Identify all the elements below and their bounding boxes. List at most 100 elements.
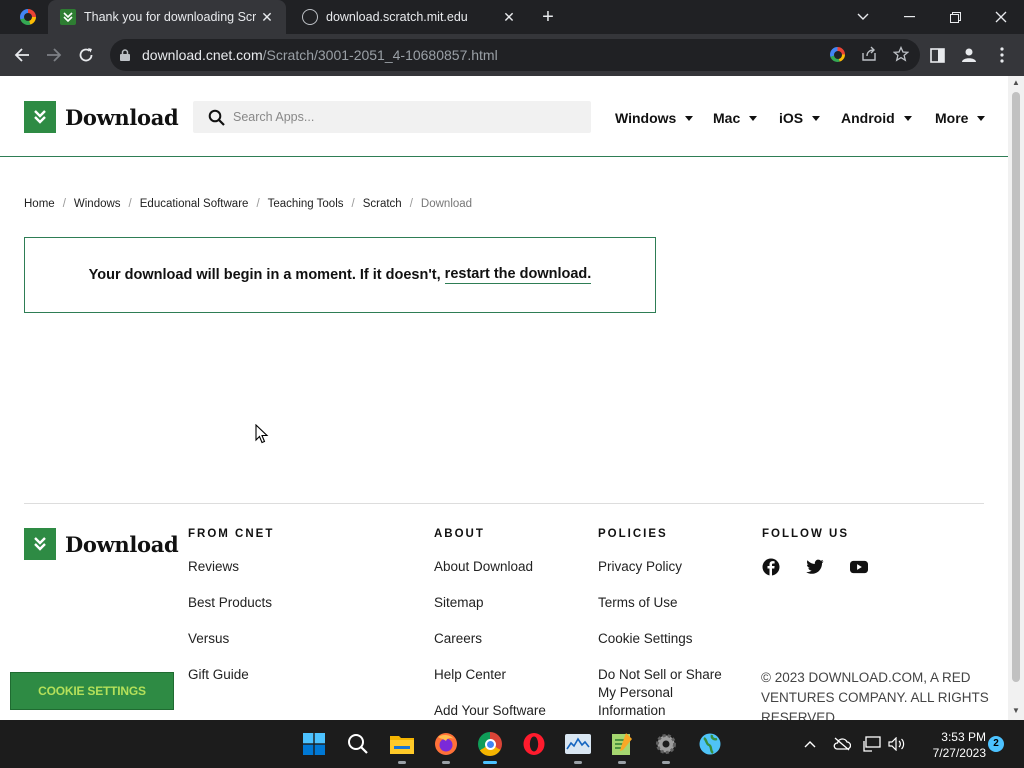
footer-link-versus[interactable]: Versus <box>188 630 274 666</box>
cookie-settings-button[interactable]: COOKIE SETTINGS <box>10 672 174 710</box>
share-icon[interactable] <box>860 45 878 63</box>
scrollbar-thumb[interactable] <box>1012 92 1020 682</box>
footer-link-privacy-policy[interactable]: Privacy Policy <box>598 558 738 594</box>
show-hidden-icons-chevron-icon[interactable] <box>800 734 820 754</box>
google-tab-icon[interactable] <box>10 6 46 28</box>
windows-start-icon[interactable] <box>300 730 328 758</box>
address-bar[interactable]: download.cnet.com/Scratch/3001-2051_4-10… <box>110 39 920 71</box>
twitter-icon[interactable] <box>806 558 824 576</box>
site-logo[interactable]: Download <box>24 101 179 133</box>
footer-link-terms-of-use[interactable]: Terms of Use <box>598 594 738 630</box>
page-scrollbar[interactable]: ▲ ▼ <box>1008 76 1024 720</box>
site-header: Download Windows Mac iOS Android More <box>0 76 1008 157</box>
facebook-icon[interactable] <box>762 558 780 576</box>
url-host: download.cnet.com <box>142 47 263 63</box>
tab-search-chevron-icon[interactable] <box>840 0 886 34</box>
search-box[interactable] <box>193 101 591 133</box>
breadcrumb-home[interactable]: Home <box>24 198 55 210</box>
running-indicator <box>574 761 582 764</box>
close-tab-icon[interactable]: ✕ <box>256 9 278 26</box>
download-logo-icon <box>24 528 56 560</box>
nav-ios[interactable]: iOS <box>779 108 821 128</box>
footer-column-follow-us: FOLLOW US <box>762 528 868 576</box>
file-explorer-icon[interactable] <box>388 730 416 764</box>
clock-time: 3:53 PM <box>941 730 986 744</box>
footer-link-help-center[interactable]: Help Center <box>434 666 546 702</box>
footer-heading: POLICIES <box>598 528 668 540</box>
nav-mac[interactable]: Mac <box>713 108 758 128</box>
google-lens-icon[interactable] <box>828 45 846 63</box>
restart-download-link[interactable]: restart the download. <box>444 266 592 284</box>
footer-link-sitemap[interactable]: Sitemap <box>434 594 546 630</box>
footer-link-reviews[interactable]: Reviews <box>188 558 274 594</box>
download-message: Your download will begin in a moment. If… <box>88 267 441 283</box>
restore-icon[interactable] <box>932 0 978 34</box>
footer-link-add-your-software[interactable]: Add Your Software <box>434 702 546 720</box>
reload-icon[interactable] <box>73 42 99 68</box>
back-icon[interactable] <box>9 42 35 68</box>
footer-logo[interactable]: Download <box>24 528 179 560</box>
close-tab-icon[interactable]: ✕ <box>498 9 520 26</box>
footer-link-do-not-sell[interactable]: Do Not Sell or Share My Personal Informa… <box>598 666 738 718</box>
caret-down-icon <box>903 115 912 121</box>
tab-download-cnet[interactable]: Thank you for downloading Scrat ✕ <box>48 0 286 34</box>
settings-gear-icon[interactable] <box>652 730 680 764</box>
browser-menu-icon[interactable] <box>992 45 1012 65</box>
taskbar-search-icon[interactable] <box>344 730 372 758</box>
breadcrumb-windows[interactable]: Windows <box>74 198 121 210</box>
opera-icon[interactable] <box>520 730 548 758</box>
profile-icon[interactable] <box>959 45 979 65</box>
caret-down-icon <box>749 115 758 121</box>
footer-link-careers[interactable]: Careers <box>434 630 546 666</box>
footer-link-best-products[interactable]: Best Products <box>188 594 274 630</box>
nav-android[interactable]: Android <box>841 108 912 128</box>
copyright-text: © 2023 DOWNLOAD.COM, A RED VENTURES COMP… <box>761 670 989 720</box>
caret-down-icon <box>812 115 821 121</box>
new-tab-icon[interactable]: + <box>536 5 560 29</box>
lock-icon[interactable] <box>120 49 132 61</box>
side-panel-icon[interactable] <box>927 45 947 65</box>
footer-heading: ABOUT <box>434 528 485 540</box>
nav-label: More <box>935 110 969 126</box>
nav-windows[interactable]: Windows <box>615 108 694 128</box>
nav-label: Windows <box>615 110 677 126</box>
footer-link-cookie-settings[interactable]: Cookie Settings <box>598 630 738 666</box>
breadcrumb-scratch[interactable]: Scratch <box>363 198 402 210</box>
notification-count-badge[interactable]: 2 <box>988 736 1004 752</box>
network-status-icon[interactable] <box>862 734 882 754</box>
network-globe-icon[interactable] <box>696 730 724 758</box>
caret-down-icon <box>685 115 694 121</box>
onedrive-offline-icon[interactable] <box>832 734 852 754</box>
browser-tab-strip: Thank you for downloading Scrat ✕ downlo… <box>0 0 1024 34</box>
breadcrumb-teaching-tools[interactable]: Teaching Tools <box>268 198 344 210</box>
browser-toolbar: download.cnet.com/Scratch/3001-2051_4-10… <box>0 34 1024 76</box>
close-window-icon[interactable] <box>978 0 1024 34</box>
tab-title: download.scratch.mit.edu <box>326 10 468 24</box>
logo-wordmark: Download <box>65 104 179 130</box>
firefox-icon[interactable] <box>432 730 460 764</box>
running-indicator <box>618 761 626 764</box>
tab-scratch-mit[interactable]: download.scratch.mit.edu ✕ <box>290 0 528 34</box>
forward-icon[interactable] <box>41 42 67 68</box>
scroll-down-icon[interactable]: ▼ <box>1008 704 1024 718</box>
system-monitor-icon[interactable] <box>564 730 592 764</box>
nav-more[interactable]: More <box>935 108 986 128</box>
footer-link-gift-guide[interactable]: Gift Guide <box>188 666 274 702</box>
breadcrumb-educational-software[interactable]: Educational Software <box>140 198 249 210</box>
system-clock[interactable]: 3:53 PM 7/27/2023 <box>912 729 986 761</box>
bookmark-star-icon[interactable] <box>892 45 910 63</box>
running-indicator <box>398 761 406 764</box>
footer-link-about-download[interactable]: About Download <box>434 558 546 594</box>
minimize-icon[interactable] <box>886 0 932 34</box>
breadcrumb: Home / Windows / Educational Software / Tea… <box>24 198 473 210</box>
url-path: /Scratch/3001-2051_4-10680857.html <box>262 47 498 63</box>
running-indicator <box>483 761 497 764</box>
volume-icon[interactable] <box>887 734 907 754</box>
scroll-up-icon[interactable]: ▲ <box>1008 76 1024 90</box>
google-icon <box>20 9 36 25</box>
footer-column-policies: POLICIES Privacy Policy Terms of Use Coo… <box>598 528 738 718</box>
chrome-icon[interactable] <box>476 730 504 764</box>
youtube-icon[interactable] <box>850 558 868 576</box>
notepad-plus-icon[interactable] <box>608 730 636 764</box>
search-input[interactable] <box>233 110 563 124</box>
